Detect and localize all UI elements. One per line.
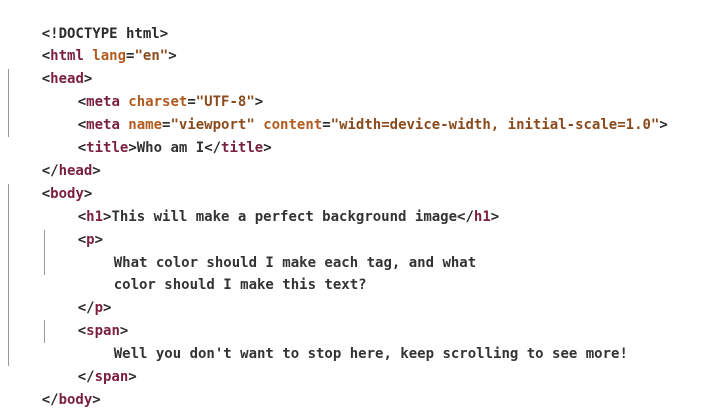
code-line: <span> bbox=[44, 297, 129, 339]
equals: = bbox=[322, 117, 331, 133]
code-line: <h1>This will make a perfect background … bbox=[44, 183, 499, 225]
angle-close: > bbox=[168, 48, 177, 64]
angle-close: > bbox=[128, 140, 137, 156]
code-line: </html> bbox=[8, 388, 101, 415]
angle-open: </ bbox=[457, 209, 474, 225]
code-line: <head> bbox=[8, 45, 93, 87]
text-content: Who am I bbox=[136, 140, 205, 156]
attribute-value: "en" bbox=[134, 48, 169, 64]
angle-close: > bbox=[490, 209, 500, 225]
text-content: This will make a perfect background imag… bbox=[111, 209, 458, 225]
code-line: <meta name="viewport" content="width=dev… bbox=[44, 91, 668, 133]
code-line: <meta charset="UTF-8"> bbox=[44, 68, 263, 110]
code-line: <!DOCTYPE html> bbox=[8, 0, 168, 42]
tag-name: title bbox=[221, 140, 264, 156]
code-line: What color should I make each tag, and w… bbox=[80, 229, 476, 271]
text-content: Well you don't want to stop here, keep s… bbox=[113, 346, 628, 362]
code-line: <body> bbox=[8, 160, 93, 202]
attribute-value: "width=device-width, initial-scale=1.0" bbox=[330, 117, 660, 133]
code-line: Well you don't want to stop here, keep s… bbox=[80, 320, 628, 362]
angle-close: > bbox=[92, 163, 101, 179]
code-line: </head> bbox=[8, 137, 101, 179]
angle-close: > bbox=[659, 117, 668, 133]
code-line: </span> bbox=[44, 343, 137, 385]
code-line: </p> bbox=[44, 274, 112, 316]
tag-name: h1 bbox=[473, 209, 491, 225]
code-line: </body> bbox=[8, 366, 101, 408]
code-line: <p> bbox=[44, 206, 103, 248]
code-editor[interactable]: <!DOCTYPE html> <html lang="en"> <head> … bbox=[0, 0, 713, 415]
text-content: color should I make this text? bbox=[113, 277, 367, 293]
angle-close: > bbox=[128, 369, 137, 385]
code-line: <title>Who am I</title> bbox=[44, 114, 272, 156]
code-line: <html lang="en"> bbox=[8, 22, 177, 64]
code-line: color should I make this text? bbox=[80, 251, 367, 293]
angle-open: </ bbox=[204, 140, 222, 156]
angle-close: > bbox=[263, 140, 272, 156]
